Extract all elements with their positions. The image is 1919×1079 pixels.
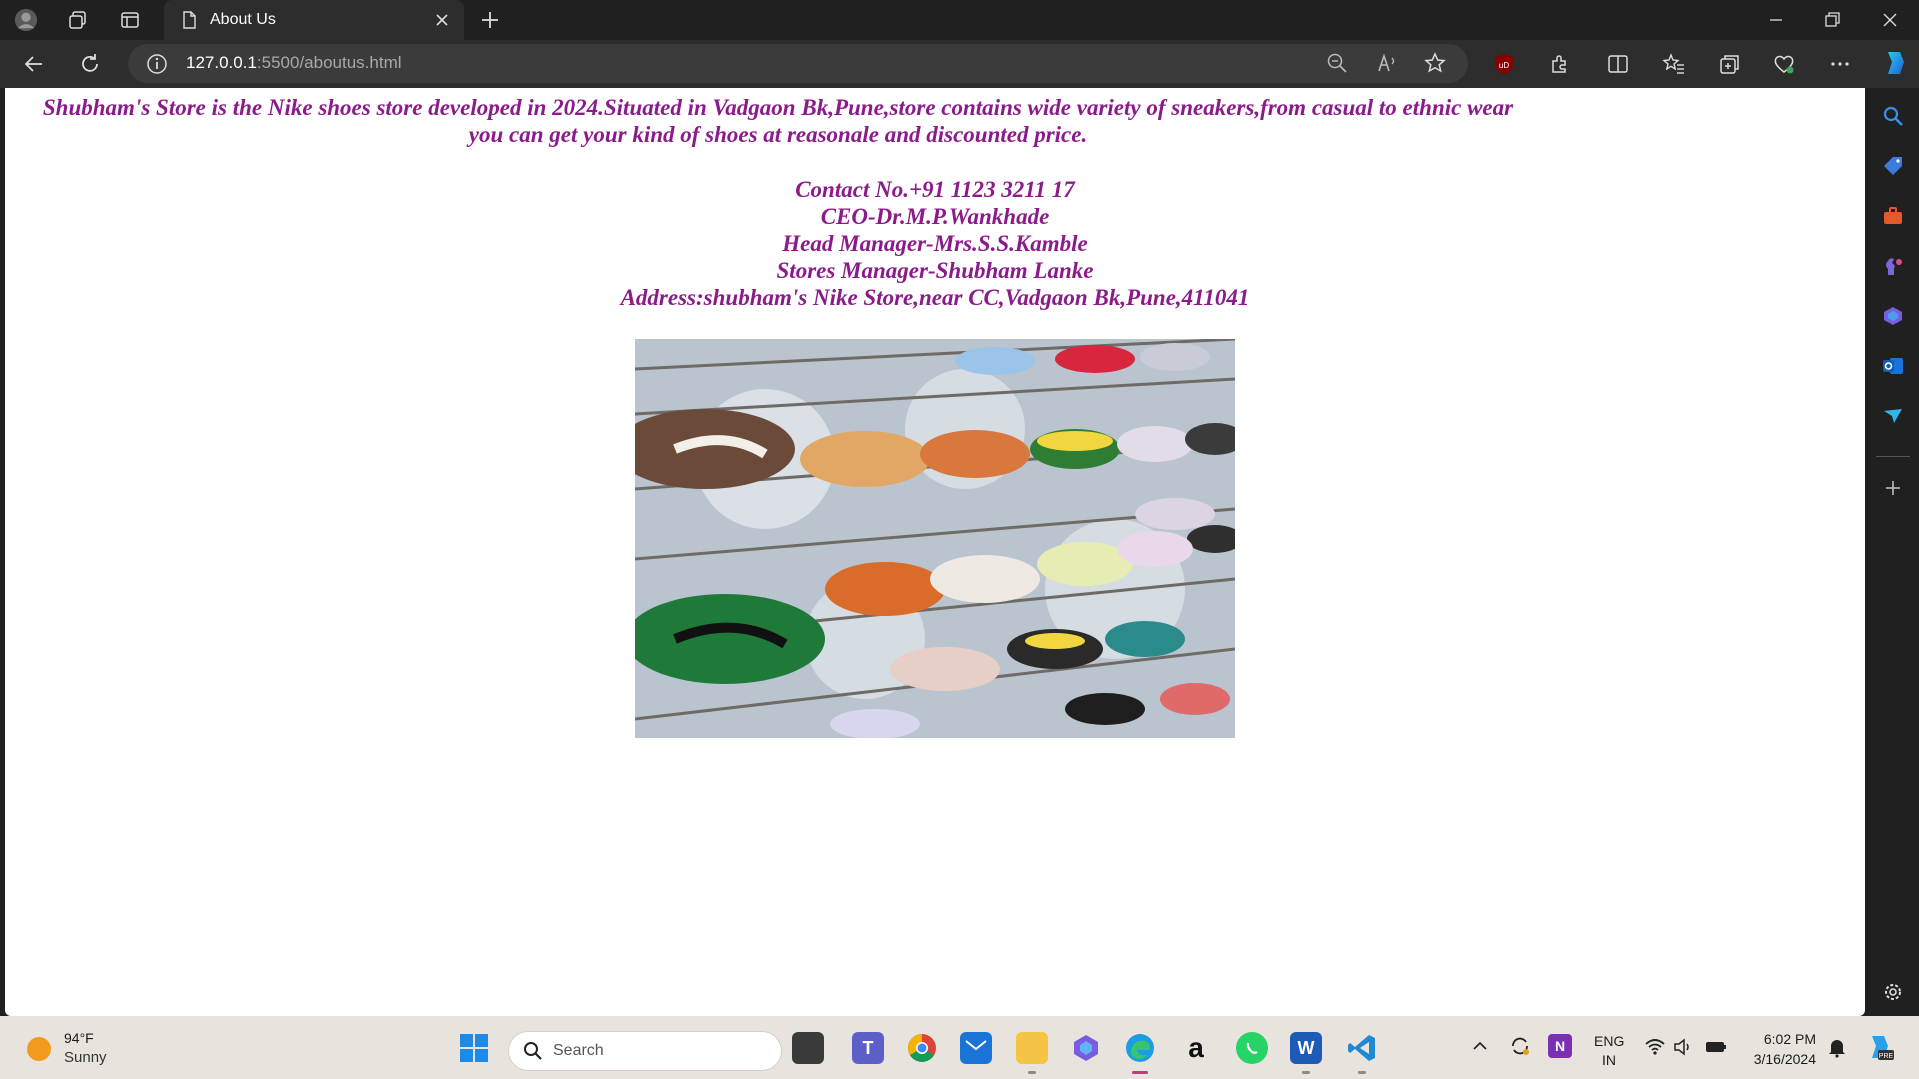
contact-number: Contact No.+91 1123 3211 17 (795, 177, 1075, 202)
browser-toolbar: 127.0.0.1:5500/aboutus.html uD (0, 40, 1919, 88)
windows-start-icon[interactable] (458, 1032, 490, 1064)
restore-icon[interactable] (1820, 8, 1844, 32)
intro-line-1: Shubham's Store is the Nike shoes store … (42, 95, 1514, 120)
minimize-icon[interactable] (1764, 8, 1788, 32)
store-address: Address:shubham's Nike Store,near CC,Vad… (620, 285, 1250, 310)
extensions-icon[interactable] (1548, 52, 1572, 76)
profile-avatar-icon[interactable] (14, 8, 38, 32)
head-manager-name: Head Manager-Mrs.S.S.Kamble (782, 231, 1088, 256)
svg-text:PRE: PRE (1879, 1053, 1894, 1060)
mail-icon[interactable] (960, 1032, 992, 1064)
tab-close-icon[interactable] (432, 10, 452, 30)
split-screen-icon[interactable] (1606, 52, 1630, 76)
keyboard-region[interactable]: IN (1602, 1052, 1616, 1068)
clock-date[interactable]: 3/16/2024 (1744, 1051, 1816, 1067)
edge-active-indicator (1132, 1071, 1148, 1074)
site-info-icon[interactable] (146, 53, 168, 75)
notification-bell-icon[interactable] (1826, 1036, 1848, 1058)
copilot-sidebar-icon[interactable] (1882, 305, 1904, 327)
search-icon[interactable] (1882, 105, 1904, 127)
onenote-icon[interactable]: N (1548, 1034, 1572, 1058)
browser-essentials-icon[interactable] (1772, 52, 1796, 76)
copilot-icon[interactable] (1880, 48, 1910, 78)
edge-browser-icon[interactable] (1124, 1032, 1156, 1064)
search-label: Search (553, 1042, 604, 1059)
drop-send-icon[interactable] (1882, 405, 1904, 427)
settings-gear-icon[interactable] (1882, 981, 1904, 1003)
windows-taskbar: 94°F Sunny Search T a W N ENG IN 6:02 PM… (0, 1016, 1919, 1079)
contact-details: Contact No.+91 1123 3211 17 CEO-Dr.M.P.W… (5, 176, 1865, 311)
show-hidden-icons-chevron-icon[interactable] (1470, 1036, 1490, 1056)
amazon-icon[interactable]: a (1180, 1032, 1212, 1064)
volume-icon[interactable] (1672, 1036, 1694, 1058)
vscode-running-indicator (1358, 1071, 1366, 1074)
whatsapp-icon[interactable] (1236, 1032, 1268, 1064)
tab-actions-icon[interactable] (118, 8, 142, 32)
refresh-icon[interactable] (78, 52, 102, 76)
page-viewport: Shubham's Store is the Nike shoes store … (5, 88, 1865, 1016)
ceo-name: CEO-Dr.M.P.Wankhade (820, 204, 1050, 229)
store-description: Shubham's Store is the Nike shoes store … (5, 94, 1551, 148)
games-icon[interactable] (1882, 255, 1904, 277)
tab-title: About Us (210, 11, 276, 28)
battery-icon[interactable] (1704, 1036, 1728, 1058)
file-explorer-icon[interactable] (1016, 1032, 1048, 1064)
address-bar[interactable]: 127.0.0.1:5500/aboutus.html (128, 44, 1468, 83)
more-options-icon[interactable] (1828, 52, 1852, 76)
weather-condition[interactable]: Sunny (64, 1049, 107, 1066)
weather-temperature[interactable]: 94°F (64, 1030, 94, 1046)
clock-time[interactable]: 6:02 PM (1758, 1031, 1816, 1047)
ublock-extension-icon[interactable]: uD (1492, 52, 1516, 76)
teams-icon[interactable]: T (852, 1032, 884, 1064)
wifi-icon[interactable] (1644, 1036, 1666, 1058)
url-text[interactable]: 127.0.0.1:5500/aboutus.html (186, 53, 402, 73)
collections-icon[interactable] (1718, 52, 1742, 76)
zoom-out-icon[interactable] (1326, 52, 1348, 74)
edge-sidebar (1866, 88, 1919, 1016)
outlook-icon[interactable] (1882, 355, 1904, 377)
stores-manager-name: Stores Manager-Shubham Lanke (776, 258, 1094, 283)
copilot-preview-icon[interactable]: PRE (1864, 1032, 1894, 1062)
search-magnifier-icon (523, 1041, 543, 1061)
taskbar-search[interactable]: Search (508, 1031, 782, 1071)
read-aloud-icon[interactable] (1376, 52, 1398, 74)
new-tab-icon[interactable] (478, 8, 502, 32)
url-host: 127.0.0.1 (186, 53, 257, 72)
intro-line-2: you can get your kind of shoes at reason… (468, 122, 1088, 147)
document-icon (180, 11, 198, 29)
sidebar-divider (1876, 456, 1910, 457)
back-arrow-icon[interactable] (22, 52, 46, 76)
add-icon[interactable] (1882, 477, 1904, 499)
language-indicator[interactable]: ENG (1594, 1033, 1624, 1049)
svg-text:uD: uD (1499, 61, 1509, 70)
word-running-indicator (1302, 1071, 1310, 1074)
shopping-tag-icon[interactable] (1882, 155, 1904, 177)
favorite-star-icon[interactable] (1424, 52, 1446, 74)
tools-icon[interactable] (1882, 205, 1904, 227)
workspaces-icon[interactable] (66, 8, 90, 32)
word-icon[interactable]: W (1290, 1032, 1322, 1064)
browser-title-bar: About Us (0, 0, 1919, 40)
url-path: :5500/aboutus.html (256, 53, 402, 72)
copilot-app-icon[interactable] (1070, 1032, 1102, 1064)
vscode-icon[interactable] (1346, 1032, 1378, 1064)
chrome-icon[interactable] (906, 1032, 938, 1064)
tab-about-us[interactable]: About Us (164, 0, 464, 40)
favorites-icon[interactable] (1662, 52, 1686, 76)
task-view-icon[interactable] (792, 1032, 824, 1064)
sneaker-wall-photo (635, 339, 1235, 738)
file-explorer-running-indicator (1028, 1071, 1036, 1074)
close-window-icon[interactable] (1878, 8, 1902, 32)
sun-weather-icon[interactable] (27, 1037, 51, 1061)
sync-icon[interactable] (1508, 1034, 1532, 1058)
